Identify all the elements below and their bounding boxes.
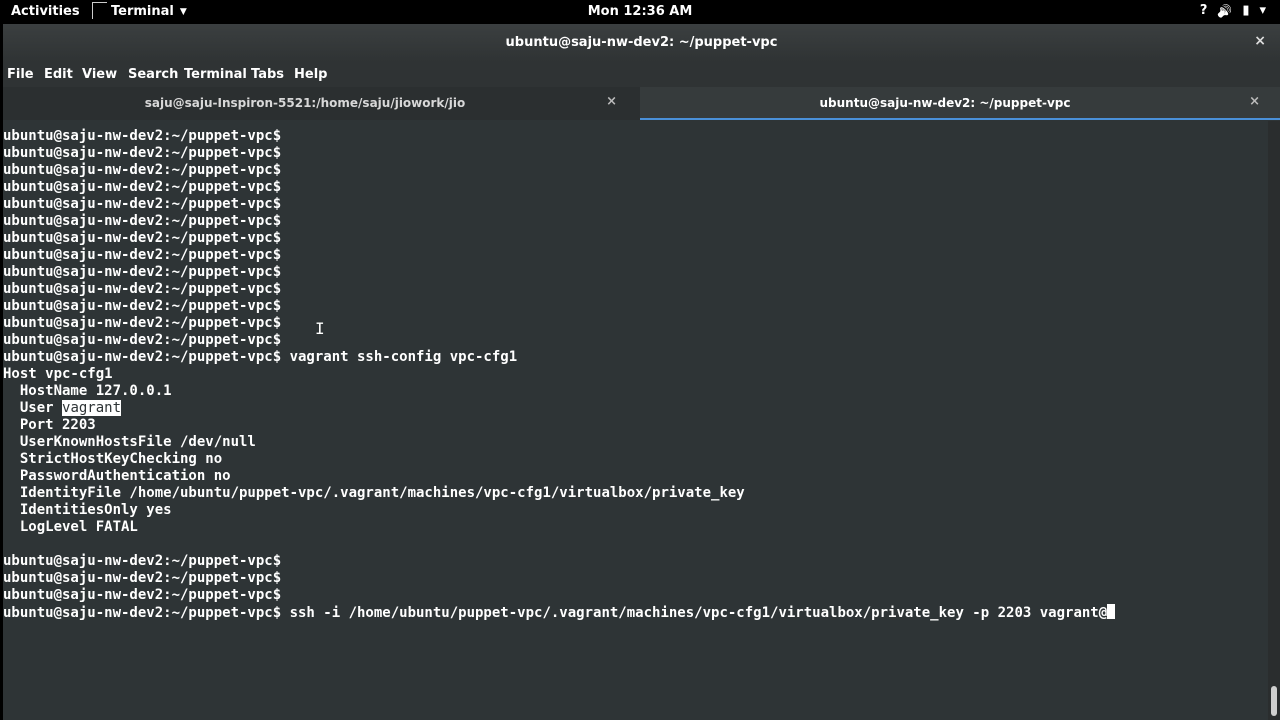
mouse-ibeam-cursor: I <box>315 319 325 338</box>
terminal-line-text: ubuntu@saju-nw-dev2:~/puppet-vpc$ <box>3 281 282 297</box>
tab-label: ubuntu@saju-nw-dev2: ~/puppet-vpc <box>819 96 1071 110</box>
tab-close-icon[interactable]: × <box>1249 94 1260 109</box>
terminal-line: Host vpc-cfg1 <box>3 366 113 383</box>
terminal-line-text: IdentityFile /home/ubuntu/puppet-vpc/.va… <box>3 485 745 501</box>
terminal-line-text: LogLevel FATAL <box>3 519 138 535</box>
terminal-line: StrictHostKeyChecking no <box>3 451 222 468</box>
terminal-line: ubuntu@saju-nw-dev2:~/puppet-vpc$ <box>3 196 281 213</box>
terminal-line: ubuntu@saju-nw-dev2:~/puppet-vpc$ <box>3 264 281 281</box>
terminal-line: IdentitiesOnly yes <box>3 502 172 519</box>
terminal-line-text: ubuntu@saju-nw-dev2:~/puppet-vpc$ <box>3 196 282 212</box>
text-cursor <box>1107 604 1116 619</box>
terminal-line: HostName 127.0.0.1 <box>3 383 172 400</box>
terminal-line-text: IdentitiesOnly yes <box>3 502 172 518</box>
menu-tabs[interactable]: Tabs <box>251 67 284 82</box>
terminal-line-text: PasswordAuthentication no <box>3 468 231 484</box>
terminal-line: PasswordAuthentication no <box>3 468 231 485</box>
tab-label: saju@saju-Inspiron-5521:/home/saju/jiowo… <box>144 96 466 110</box>
terminal-line-text: ubuntu@saju-nw-dev2:~/puppet-vpc$ <box>3 162 282 178</box>
window-title: ubuntu@saju-nw-dev2: ~/puppet-vpc <box>505 35 778 50</box>
terminal-line: User vagrant <box>3 400 122 417</box>
terminal-line-text: ubuntu@saju-nw-dev2:~/puppet-vpc$ <box>3 298 282 314</box>
terminal-line-text: StrictHostKeyChecking no <box>3 451 223 467</box>
terminal-line: IdentityFile /home/ubuntu/puppet-vpc/.va… <box>3 485 745 502</box>
menu-view[interactable]: View <box>82 67 117 82</box>
tab-close-icon[interactable]: × <box>606 94 617 109</box>
tab-local-shell[interactable]: saju@saju-Inspiron-5521:/home/saju/jiowo… <box>3 87 637 120</box>
scrollbar-thumb[interactable] <box>1271 686 1277 716</box>
tab-remote-shell[interactable]: ubuntu@saju-nw-dev2: ~/puppet-vpc × <box>640 87 1280 120</box>
terminal-line-text: ubuntu@saju-nw-dev2:~/puppet-vpc$ <box>3 570 282 586</box>
menu-file[interactable]: File <box>7 67 34 82</box>
terminal-output[interactable]: ubuntu@saju-nw-dev2:~/puppet-vpc$ ubuntu@… <box>3 121 1268 720</box>
terminal-line: ubuntu@saju-nw-dev2:~/puppet-vpc$ <box>3 315 281 332</box>
menu-edit[interactable]: Edit <box>44 67 73 82</box>
help-icon[interactable]: ? <box>1200 3 1208 18</box>
title-bar[interactable]: ubuntu@saju-nw-dev2: ~/puppet-vpc × <box>3 24 1280 62</box>
terminal-line-text: ubuntu@saju-nw-dev2:~/puppet-vpc$ <box>3 553 282 569</box>
terminal-window: ubuntu@saju-nw-dev2: ~/puppet-vpc × File… <box>3 24 1280 720</box>
menu-bar: File Edit View Search Terminal Tabs Help <box>3 62 1280 87</box>
terminal-line: ubuntu@saju-nw-dev2:~/puppet-vpc$ <box>3 213 281 230</box>
terminal-line-text: UserKnownHostsFile /dev/null <box>3 434 256 450</box>
top-bar: Activities Terminal ▼ Mon 12:36 AM ? 🔊 ▮… <box>0 0 1280 24</box>
terminal-line: ubuntu@saju-nw-dev2:~/puppet-vpc$ <box>3 145 281 162</box>
terminal-line: LogLevel FATAL <box>3 519 138 536</box>
terminal-line-text: ubuntu@saju-nw-dev2:~/puppet-vpc$ <box>3 230 282 246</box>
tab-bar: saju@saju-Inspiron-5521:/home/saju/jiowo… <box>3 87 1280 120</box>
terminal-line: ubuntu@saju-nw-dev2:~/puppet-vpc$ ssh -i… <box>3 604 1116 621</box>
terminal-line-text: ubuntu@saju-nw-dev2:~/puppet-vpc$ <box>3 587 282 603</box>
terminal-line: ubuntu@saju-nw-dev2:~/puppet-vpc$ <box>3 298 281 315</box>
selected-text: vagrant <box>62 400 122 416</box>
terminal-line-text: ubuntu@saju-nw-dev2:~/puppet-vpc$ <box>3 213 282 229</box>
terminal-line: ubuntu@saju-nw-dev2:~/puppet-vpc$ <box>3 332 281 349</box>
terminal-line: Port 2203 <box>3 417 96 434</box>
menu-terminal[interactable]: Terminal <box>184 67 247 82</box>
terminal-line-text: ubuntu@saju-nw-dev2:~/puppet-vpc$ ssh -i… <box>3 605 1108 621</box>
terminal-line-text: ubuntu@saju-nw-dev2:~/puppet-vpc$ <box>3 145 282 161</box>
chevron-down-icon[interactable]: ▾ <box>1259 3 1266 18</box>
terminal-line: ubuntu@saju-nw-dev2:~/puppet-vpc$ <box>3 162 281 179</box>
terminal-line: ubuntu@saju-nw-dev2:~/puppet-vpc$ <box>3 179 281 196</box>
terminal-line: ubuntu@saju-nw-dev2:~/puppet-vpc$ <box>3 281 281 298</box>
terminal-line-text: Port 2203 <box>3 417 96 433</box>
terminal-line: ubuntu@saju-nw-dev2:~/puppet-vpc$ vagran… <box>3 349 517 366</box>
system-tray[interactable]: ? 🔊 ▮ ▾ <box>1200 3 1266 18</box>
terminal-line: ubuntu@saju-nw-dev2:~/puppet-vpc$ <box>3 230 281 247</box>
battery-icon[interactable]: ▮ <box>1242 3 1249 18</box>
menu-search[interactable]: Search <box>128 67 178 82</box>
terminal-line: UserKnownHostsFile /dev/null <box>3 434 256 451</box>
clock[interactable]: Mon 12:36 AM <box>0 4 1280 19</box>
volume-icon[interactable]: 🔊 <box>1217 4 1232 18</box>
terminal-line: ubuntu@saju-nw-dev2:~/puppet-vpc$ <box>3 247 281 264</box>
terminal-line-text: HostName 127.0.0.1 <box>3 383 172 399</box>
terminal-line-text: Host vpc-cfg1 <box>3 366 113 382</box>
terminal-line-text: ubuntu@saju-nw-dev2:~/puppet-vpc$ vagran… <box>3 349 518 365</box>
terminal-line: ubuntu@saju-nw-dev2:~/puppet-vpc$ <box>3 587 281 604</box>
terminal-line-text: User <box>3 400 63 416</box>
terminal-line-text: ubuntu@saju-nw-dev2:~/puppet-vpc$ <box>3 315 282 331</box>
terminal-line-text: ubuntu@saju-nw-dev2:~/puppet-vpc$ <box>3 128 282 144</box>
terminal-line: ubuntu@saju-nw-dev2:~/puppet-vpc$ <box>3 570 281 587</box>
terminal-line-text: ubuntu@saju-nw-dev2:~/puppet-vpc$ <box>3 247 282 263</box>
menu-help[interactable]: Help <box>294 67 327 82</box>
terminal-line: ubuntu@saju-nw-dev2:~/puppet-vpc$ <box>3 128 281 145</box>
terminal-line: ubuntu@saju-nw-dev2:~/puppet-vpc$ <box>3 553 281 570</box>
terminal-scrollbar[interactable] <box>1268 121 1280 720</box>
close-icon[interactable]: × <box>1254 33 1266 49</box>
terminal-line-text: ubuntu@saju-nw-dev2:~/puppet-vpc$ <box>3 264 282 280</box>
terminal-line-text: ubuntu@saju-nw-dev2:~/puppet-vpc$ <box>3 179 282 195</box>
terminal-line-text: ubuntu@saju-nw-dev2:~/puppet-vpc$ <box>3 332 282 348</box>
